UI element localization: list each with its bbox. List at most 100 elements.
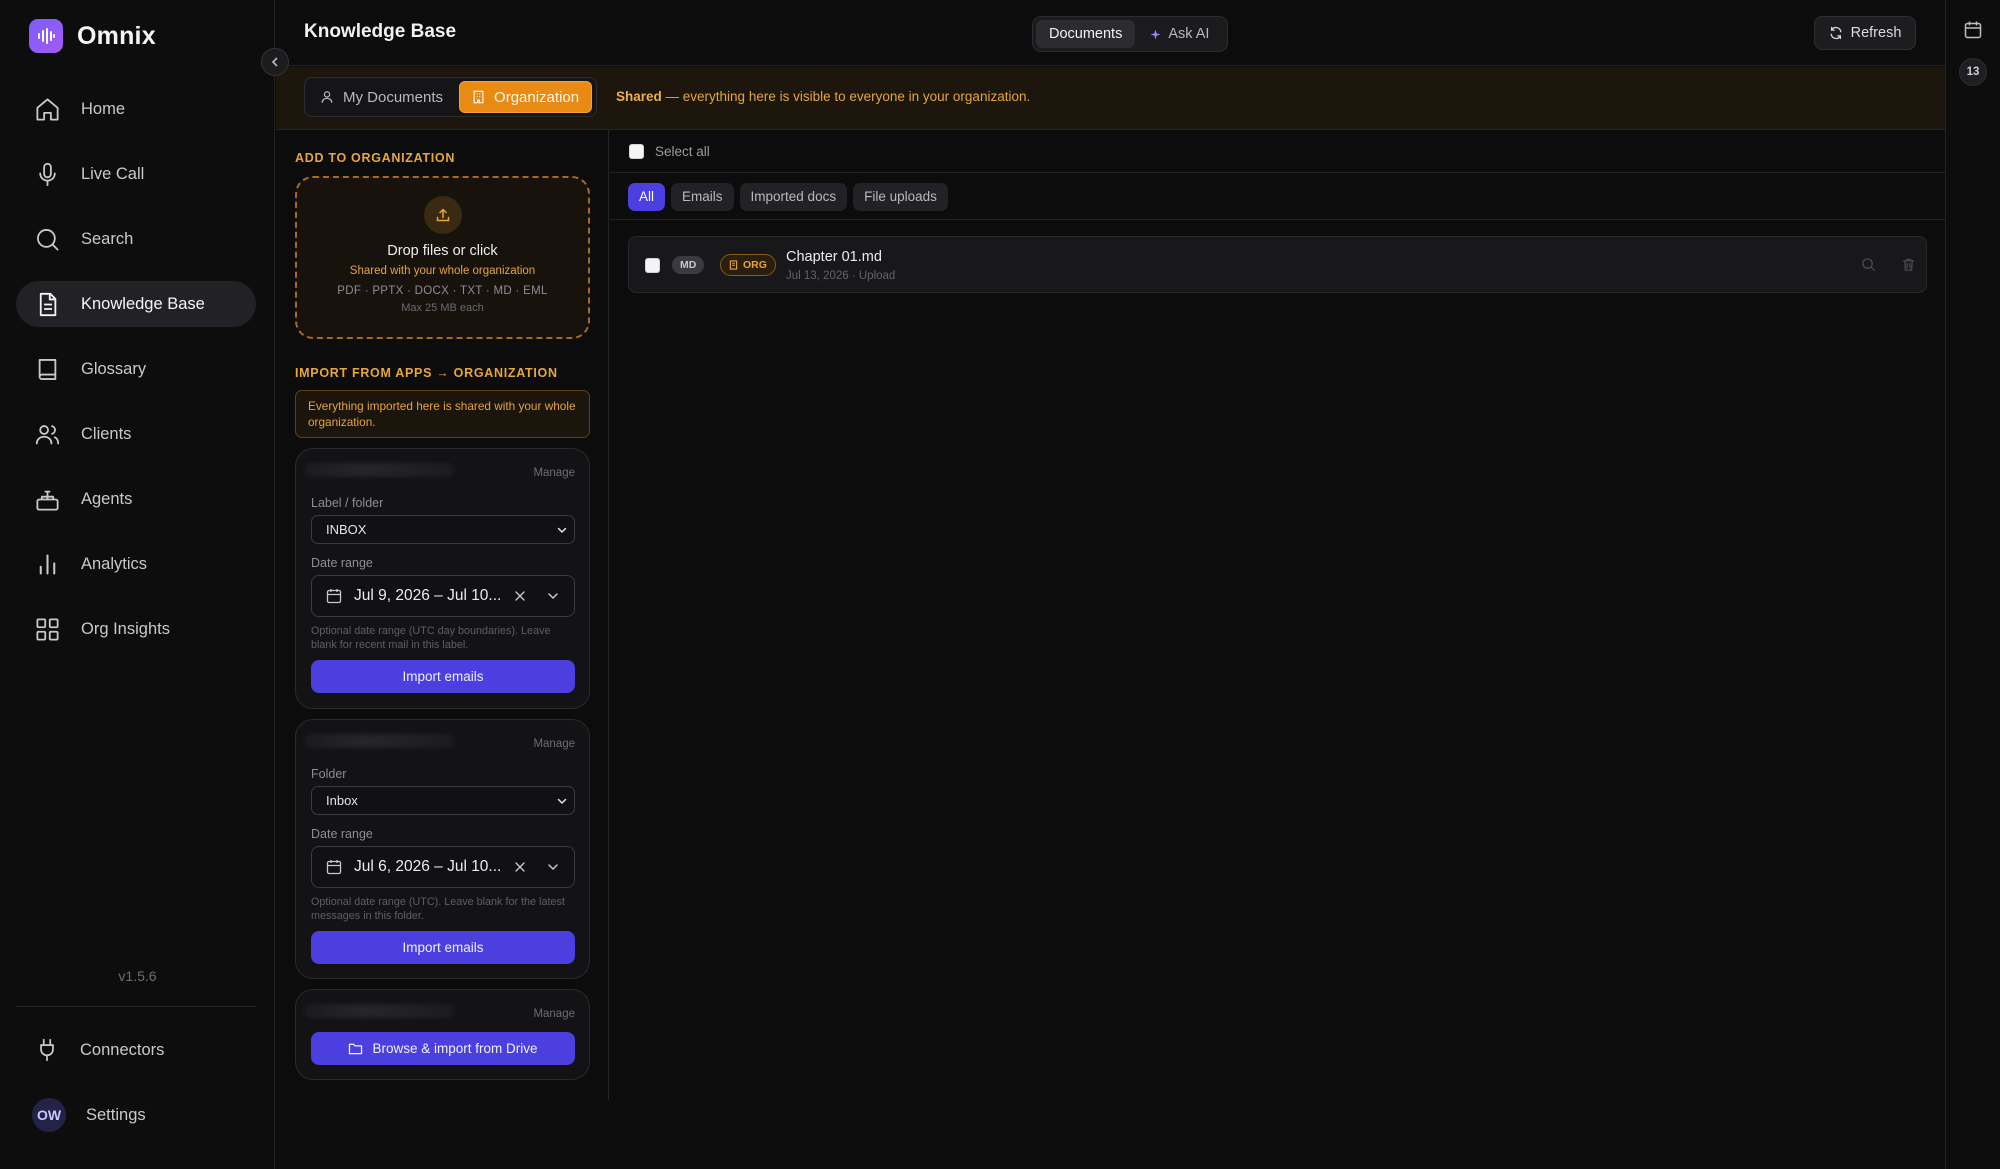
chevron-left-icon (271, 57, 278, 67)
book-icon (38, 358, 57, 380)
file-type-badge: MD (672, 256, 705, 274)
page-title: Knowledge Base (304, 21, 457, 42)
select-all-row: Select all (610, 130, 1945, 173)
refresh-label: Refresh (1850, 25, 1902, 41)
select-value: Inbox (326, 793, 358, 808)
folder-select[interactable]: Inbox (311, 786, 575, 815)
microphone-icon (39, 162, 56, 186)
tab-label: Organization (494, 88, 580, 106)
folder-label: Label / folder (311, 496, 384, 510)
calendar-icon (326, 589, 342, 604)
sidebar-bottom: Connectors OW Settings (32, 1034, 164, 1164)
user-icon (321, 91, 333, 103)
calendar-icon (326, 860, 342, 875)
import-emails-button[interactable]: Import emails (311, 660, 575, 693)
browse-drive-button[interactable]: Browse & import from Drive (311, 1032, 575, 1065)
filter-imported-docs[interactable]: Imported docs (739, 182, 848, 211)
select-value: INBOX (326, 522, 367, 537)
date-range-picker[interactable]: Jul 6, 2026 – Jul 10... (311, 846, 575, 888)
avatar: OW (32, 1098, 66, 1132)
date-range-label: Date range (311, 827, 373, 841)
import-section-label: IMPORT FROM APPS → ORGANIZATION (295, 366, 558, 380)
filter-all[interactable]: All (628, 182, 666, 211)
users-icon (35, 424, 60, 444)
chevron-down-icon[interactable] (546, 860, 560, 874)
building-icon (729, 260, 738, 270)
folder-label: Folder (311, 767, 347, 781)
scope-note: Shared — everything here is visible to e… (616, 89, 1030, 104)
home-icon (36, 97, 59, 121)
clear-icon[interactable] (512, 859, 528, 875)
sidebar-item-settings[interactable]: OW Settings (32, 1098, 164, 1132)
date-range-label: Date range (311, 556, 373, 570)
sidebar-item-label: Glossary (81, 359, 147, 378)
sidebar-item-label: Live Call (81, 164, 145, 183)
manage-link[interactable]: Manage (533, 1008, 575, 1020)
sidebar-item-label: Analytics (81, 554, 148, 573)
count-badge[interactable]: 13 (1959, 58, 1987, 86)
left-panel: ADD TO ORGANIZATION Drop files or click … (276, 130, 609, 1100)
brand[interactable]: Omnix (29, 19, 156, 53)
delete-document-button[interactable] (1901, 257, 1916, 277)
sidebar-item-glossary[interactable]: Glossary (16, 346, 256, 392)
tab-label: Ask AI (1168, 26, 1210, 42)
document-filters: All Emails Imported docs File uploads (610, 174, 1945, 220)
sidebar-item-search[interactable]: Search (16, 216, 256, 262)
select-all-checkbox[interactable] (629, 143, 644, 159)
refresh-icon (1830, 26, 1842, 40)
version-label: v1.5.6 (118, 968, 157, 984)
scope-bar: My Documents Organization Shared — every… (276, 67, 1945, 130)
sidebar-item-label: Knowledge Base (81, 294, 205, 313)
import-emails-button[interactable]: Import emails (311, 931, 575, 964)
tab-label: Documents (1049, 26, 1123, 42)
sidebar-item-label: Org Insights (81, 619, 170, 638)
tab-ask-ai[interactable]: Ask AI (1137, 20, 1222, 48)
document-name[interactable]: Chapter 01.md (786, 249, 882, 265)
filter-file-uploads[interactable]: File uploads (853, 182, 948, 211)
document-row[interactable]: MD ORG Chapter 01.md Jul 13, 2026 · Uplo… (628, 236, 1927, 293)
preview-document-button[interactable] (1861, 257, 1876, 277)
omnix-logo-icon (29, 19, 63, 53)
sidebar-item-home[interactable]: Home (16, 86, 256, 132)
bar-chart-icon (39, 553, 56, 575)
account-name-redacted (304, 734, 454, 748)
sidebar-divider (16, 1006, 256, 1007)
account-name-redacted (304, 1004, 454, 1018)
upload-dropzone[interactable]: Drop files or click Shared with your who… (295, 176, 590, 339)
calendar-icon (1964, 21, 1982, 39)
sidebar-item-label: Connectors (80, 1040, 165, 1059)
tab-organization[interactable]: Organization (459, 81, 593, 113)
date-range-value: Jul 6, 2026 – Jul 10... (354, 858, 502, 875)
import-note: Everything imported here is shared with … (295, 390, 590, 438)
sidebar-item-live-call[interactable]: Live Call (16, 151, 256, 197)
chevron-down-icon[interactable] (546, 589, 560, 603)
sidebar-item-label: Home (81, 99, 126, 118)
robot-icon (36, 490, 59, 511)
sidebar-item-agents[interactable]: Agents (16, 476, 256, 522)
badge-label: ORG (743, 259, 767, 271)
label-folder-select[interactable]: INBOX (311, 515, 575, 544)
manage-link[interactable]: Manage (533, 738, 575, 750)
clear-icon[interactable] (512, 588, 528, 604)
collapse-sidebar-button[interactable] (261, 48, 289, 76)
filter-emails[interactable]: Emails (671, 182, 734, 211)
dropzone-title: Drop files or click (387, 243, 498, 259)
sidebar-item-analytics[interactable]: Analytics (16, 541, 256, 587)
date-range-picker[interactable]: Jul 9, 2026 – Jul 10... (311, 575, 575, 617)
sidebar-item-knowledge-base[interactable]: Knowledge Base (16, 281, 256, 327)
select-all-label: Select all (655, 143, 710, 159)
upload-icon (423, 196, 462, 234)
sidebar-item-org-insights[interactable]: Org Insights (16, 606, 256, 652)
app-name: Omnix (77, 21, 156, 50)
document-meta: Jul 13, 2026 · Upload (786, 270, 896, 282)
documents-panel: Select all All Emails Imported docs File… (610, 130, 1945, 1169)
row-checkbox[interactable] (645, 258, 660, 273)
sidebar-item-connectors[interactable]: Connectors (34, 1034, 164, 1066)
sidebar-item-label: Agents (81, 489, 133, 508)
sidebar-item-clients[interactable]: Clients (16, 411, 256, 457)
manage-link[interactable]: Manage (533, 467, 575, 479)
calendar-button[interactable] (1963, 20, 1983, 45)
refresh-button[interactable]: Refresh (1814, 16, 1916, 50)
tab-documents[interactable]: Documents (1036, 20, 1136, 48)
tab-my-documents[interactable]: My Documents (308, 81, 455, 113)
